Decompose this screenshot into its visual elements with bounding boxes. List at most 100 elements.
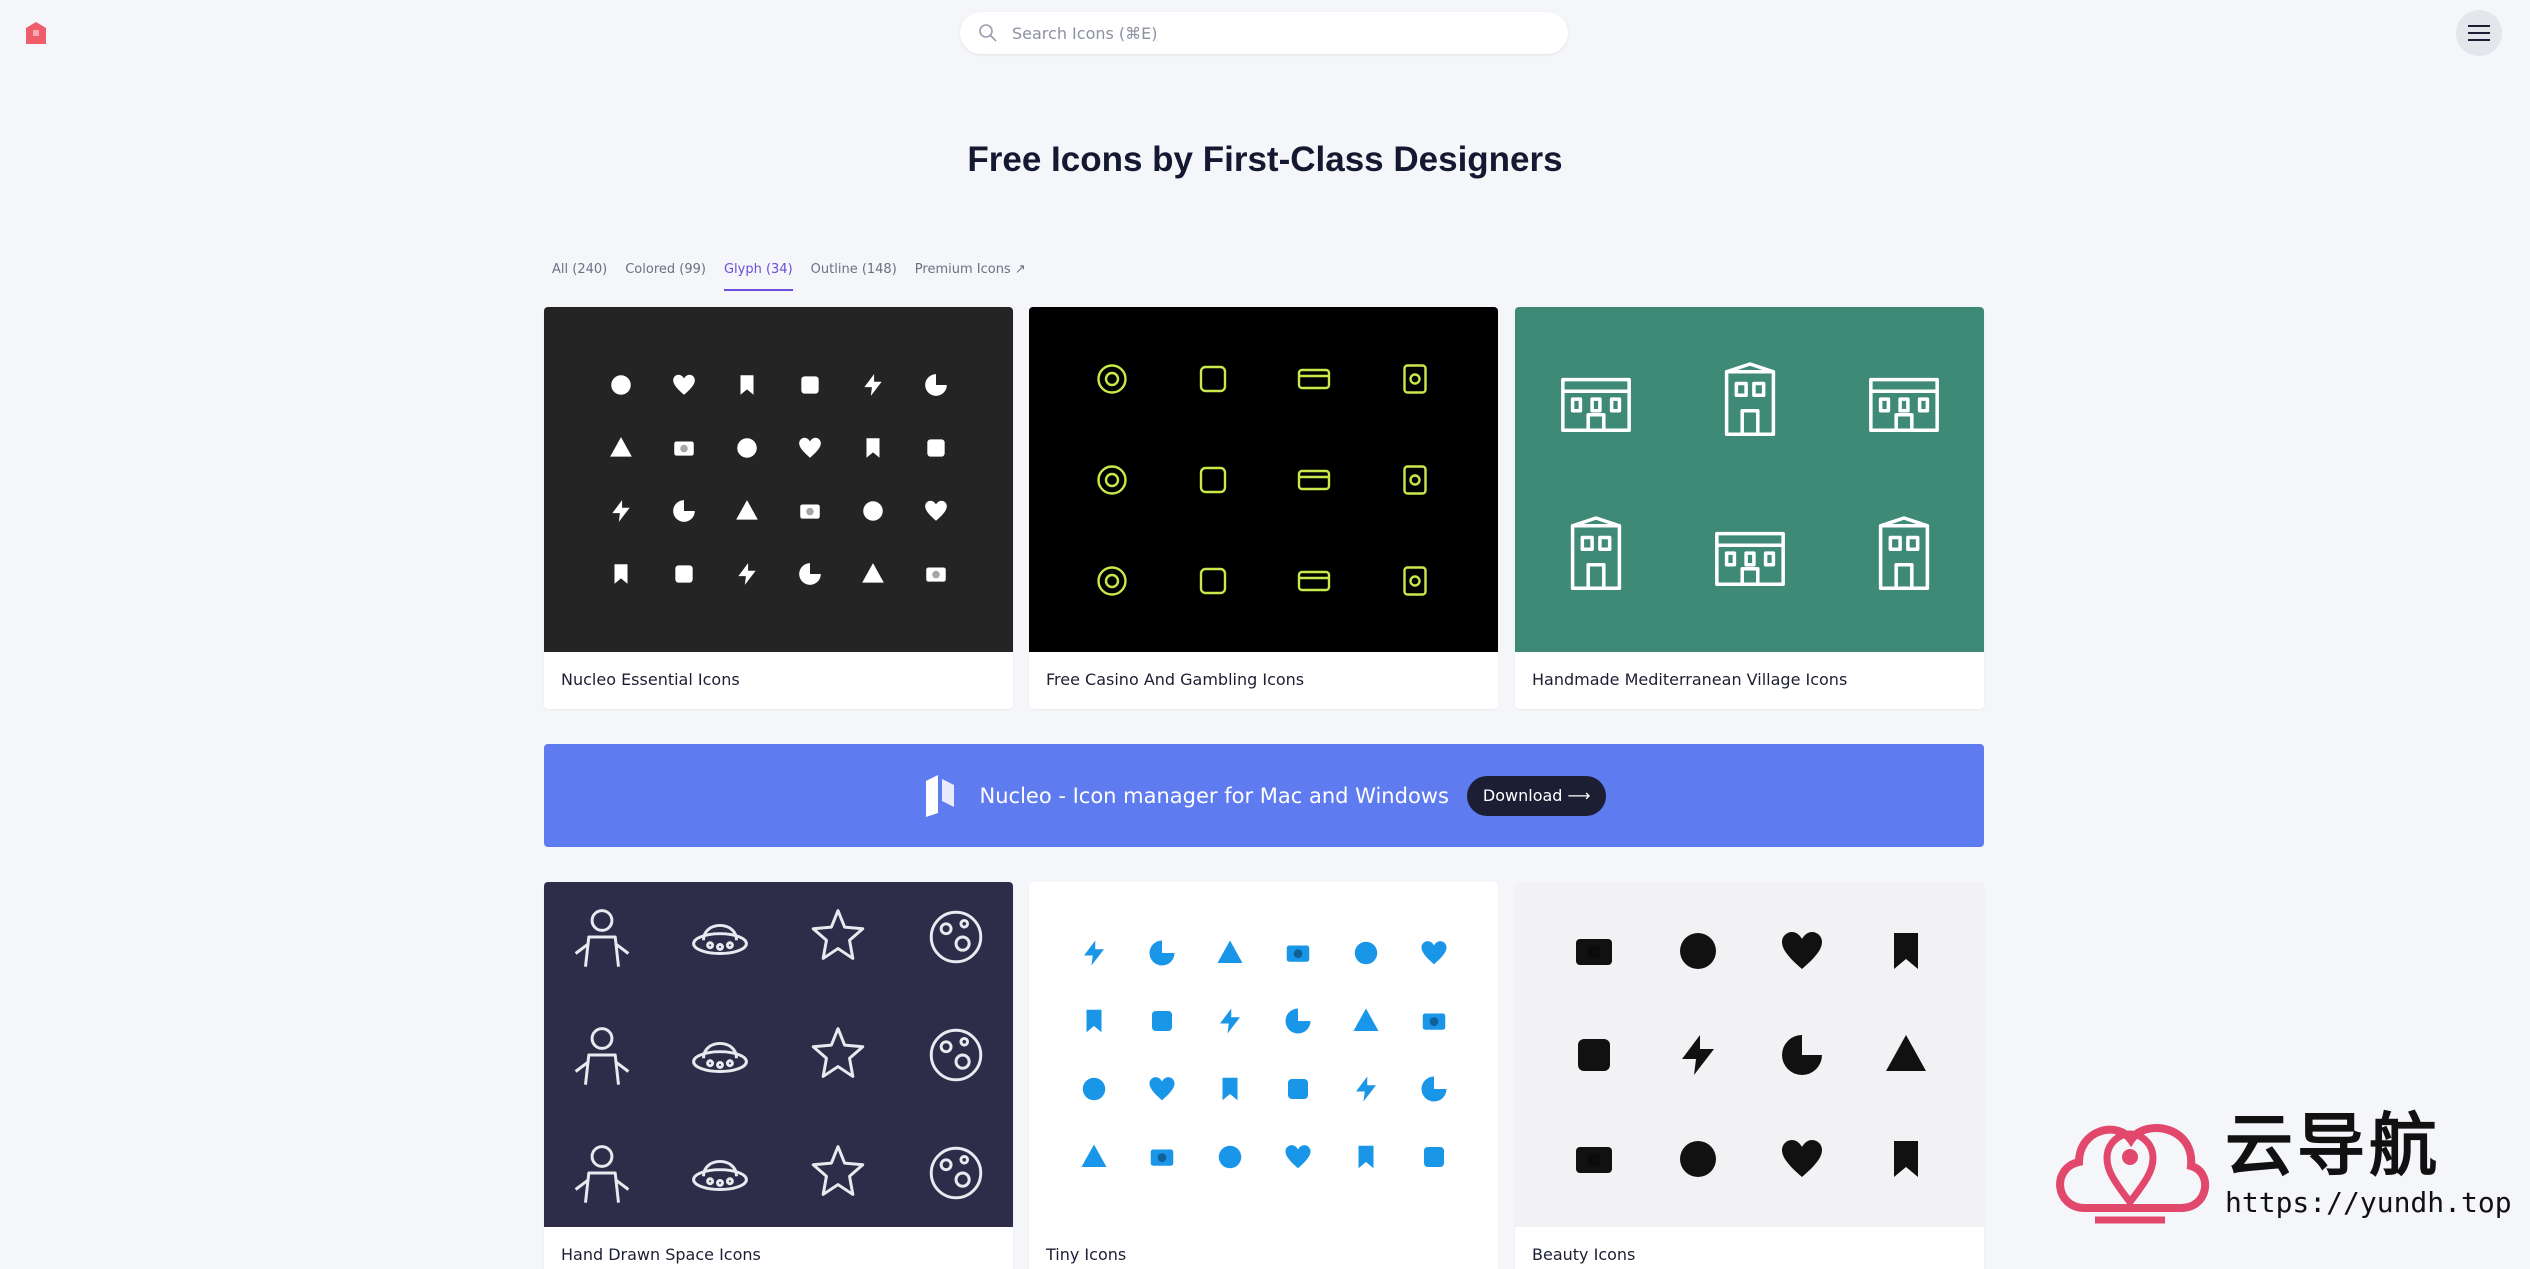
- nucleo-logo-icon[interactable]: [24, 20, 48, 46]
- page-title: Free Icons by First-Class Designers: [967, 140, 1563, 179]
- preview-glyph-icon: [864, 374, 882, 396]
- tab-colored[interactable]: Colored (99): [625, 262, 706, 291]
- download-button[interactable]: Download ⟶: [1466, 775, 1607, 816]
- preview-icon: [1365, 530, 1466, 631]
- preview-icon: [1332, 919, 1400, 987]
- preview-glyph-icon: [1297, 570, 1331, 591]
- tab-all[interactable]: All (240): [552, 262, 607, 291]
- preview-icon: [1827, 480, 1981, 634]
- preview-glyph-icon: [691, 923, 748, 955]
- preview-icon: [1750, 899, 1854, 1003]
- icon-pack-card[interactable]: Tiny Icons: [1029, 882, 1498, 1269]
- preview-glyph-icon: [1679, 1140, 1716, 1177]
- icon-pack-name: Free Casino And Gambling Icons: [1046, 670, 1305, 689]
- preview-glyph-icon: [929, 1028, 982, 1081]
- preview-icon: [1332, 987, 1400, 1055]
- preview-glyph-icon: [1149, 940, 1174, 965]
- preview-glyph-icon: [1218, 1145, 1241, 1168]
- preview-icon: [1163, 429, 1264, 530]
- preview-glyph-icon: [574, 1026, 629, 1085]
- preview-icon: [1400, 1055, 1468, 1123]
- icon-pack-card[interactable]: Beauty Icons: [1515, 882, 1984, 1269]
- tab-glyph[interactable]: Glyph (34): [723, 262, 793, 291]
- preview-glyph-icon: [675, 565, 693, 583]
- preview-icon: [590, 480, 653, 543]
- preview-icon: [1062, 328, 1163, 429]
- preview-glyph-icon: [811, 1144, 864, 1196]
- preview-glyph-icon: [811, 1026, 864, 1078]
- preview-glyph-icon: [1199, 466, 1227, 493]
- preview-icon: [1163, 530, 1264, 631]
- preview-glyph-icon: [1358, 1145, 1373, 1168]
- preview-glyph-icon: [1421, 940, 1446, 964]
- preview-icon: [1264, 1055, 1332, 1123]
- preview-glyph-icon: [862, 563, 884, 583]
- icon-grid: [544, 882, 1013, 1232]
- preview-icon: [1646, 1003, 1750, 1107]
- preview-glyph-icon: [929, 1146, 982, 1199]
- preview-glyph-icon: [1287, 1078, 1308, 1099]
- preview-icon: [842, 417, 905, 480]
- preview-icon: [1060, 987, 1128, 1055]
- menu-button[interactable]: [2456, 10, 2502, 56]
- icon-pack-card[interactable]: Hand Drawn Space Icons: [544, 882, 1013, 1269]
- preview-icon: [1196, 1123, 1264, 1191]
- nucleo-app-banner[interactable]: Nucleo - Icon manager for Mac and Window…: [544, 744, 1984, 847]
- tab-outline[interactable]: Outline (148): [811, 262, 897, 291]
- preview-glyph-icon: [691, 1159, 748, 1191]
- preview-glyph-icon: [1297, 469, 1331, 490]
- preview-glyph-icon: [1354, 941, 1377, 964]
- preview-glyph-icon: [1403, 363, 1427, 394]
- preview-icon: [590, 543, 653, 606]
- filter-tabs: All (240) Colored (99) Glyph (34) Outlin…: [552, 262, 1026, 291]
- preview-glyph-icon: [1560, 377, 1631, 432]
- preview-icon: [544, 1114, 661, 1232]
- preview-glyph-icon: [1403, 464, 1427, 495]
- preview-glyph-icon: [737, 438, 757, 458]
- preview-icon: [716, 417, 779, 480]
- preview-icon: [1062, 530, 1163, 631]
- icon-pack-card[interactable]: Free Casino And Gambling Icons: [1029, 307, 1498, 709]
- preview-icon: [716, 543, 779, 606]
- preview-icon: [1060, 1055, 1128, 1123]
- preview-icon: [1060, 1123, 1128, 1191]
- preview-icon: [905, 417, 968, 480]
- icon-pack-card[interactable]: Nucleo Essential Icons: [544, 307, 1013, 709]
- preview-icon: [1332, 1123, 1400, 1191]
- preview-glyph-icon: [1781, 1139, 1822, 1177]
- preview-icon: [1827, 326, 1981, 480]
- icon-pack-card[interactable]: Handmade Mediterranean Village Icons: [1515, 307, 1984, 709]
- preview-glyph-icon: [1285, 1008, 1310, 1033]
- preview-icon: [1854, 899, 1958, 1003]
- preview-glyph-icon: [1570, 515, 1621, 590]
- preview-icon: [1673, 326, 1827, 480]
- search-input[interactable]: [1012, 23, 1532, 43]
- preview-glyph-icon: [863, 501, 883, 521]
- hamburger-icon: [2468, 25, 2490, 41]
- tab-premium-icons[interactable]: Premium Icons ↗: [915, 262, 1026, 291]
- preview-icon: [779, 354, 842, 417]
- preview-glyph-icon: [1297, 368, 1331, 389]
- preview-icon: [1163, 328, 1264, 429]
- preview-icon: [1646, 1107, 1750, 1211]
- search-icon: [979, 24, 997, 42]
- preview-icon: [653, 480, 716, 543]
- preview-glyph-icon: [1219, 1008, 1240, 1033]
- preview-glyph-icon: [1285, 1144, 1310, 1168]
- preview-glyph-icon: [1575, 1146, 1612, 1173]
- preview-icon: [897, 882, 1014, 996]
- preview-icon: [544, 882, 661, 996]
- preview-icon: [1400, 919, 1468, 987]
- preview-icon: [1646, 899, 1750, 1003]
- icon-pack-preview: [1515, 307, 1984, 652]
- preview-glyph-icon: [1150, 1149, 1173, 1166]
- preview-glyph-icon: [614, 564, 628, 584]
- search-bar[interactable]: [960, 12, 1568, 54]
- preview-glyph-icon: [1097, 464, 1127, 495]
- preview-glyph-icon: [612, 500, 630, 522]
- preview-icon: [1128, 987, 1196, 1055]
- preview-glyph-icon: [925, 374, 947, 396]
- preview-icon: [779, 480, 842, 543]
- preview-icon: [1542, 899, 1646, 1003]
- icon-pack-name: Handmade Mediterranean Village Icons: [1532, 670, 1848, 689]
